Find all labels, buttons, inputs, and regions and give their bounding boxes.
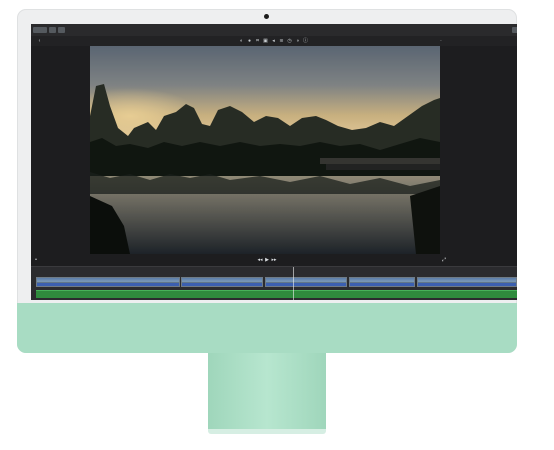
background-music-track[interactable] bbox=[36, 290, 517, 298]
fast-forward-icon[interactable]: ▸▸ bbox=[271, 257, 277, 263]
karst-sunset-frame bbox=[90, 46, 440, 254]
share-button[interactable] bbox=[512, 27, 517, 33]
timeline-clip[interactable] bbox=[349, 277, 415, 287]
projects-button[interactable] bbox=[49, 27, 56, 33]
timeline-clip[interactable] bbox=[265, 277, 347, 287]
color-balance-icon[interactable]: ◐ bbox=[239, 39, 244, 44]
imac-display-housing: ◐ ● ⌗ ▣ ◂ ≋ ◷ ◑ ⓘ ‹ · • ◂◂ ▶ ▸▸ ⤢ bbox=[17, 9, 517, 353]
color-correction-icon[interactable]: ● bbox=[247, 39, 252, 44]
clip-audio-strip bbox=[182, 283, 262, 286]
timeline-clip[interactable] bbox=[181, 277, 263, 287]
video-viewer[interactable] bbox=[90, 46, 440, 254]
camera-icon bbox=[264, 14, 269, 19]
playhead[interactable] bbox=[293, 267, 294, 300]
clip-audio-strip bbox=[266, 283, 346, 286]
stabilization-icon[interactable]: ▣ bbox=[263, 39, 268, 44]
noise-reduction-icon[interactable]: ≋ bbox=[279, 39, 284, 44]
imac-stand bbox=[208, 353, 326, 431]
filters-icon[interactable]: ◑ bbox=[295, 39, 300, 44]
timeline-clip[interactable] bbox=[36, 277, 180, 287]
info-icon[interactable]: ⓘ bbox=[303, 39, 308, 44]
clip-audio-strip bbox=[418, 283, 516, 286]
clip-audio-strip bbox=[350, 283, 414, 286]
timeline[interactable] bbox=[31, 266, 517, 300]
speed-icon[interactable]: ◷ bbox=[287, 39, 292, 44]
media-button[interactable] bbox=[33, 27, 47, 33]
crop-icon[interactable]: ⌗ bbox=[255, 39, 260, 44]
timeline-clip[interactable] bbox=[417, 277, 517, 287]
back-icon[interactable]: ‹ bbox=[37, 39, 42, 44]
clip-audio-strip bbox=[37, 283, 179, 286]
imovie-window: ◐ ● ⌗ ▣ ◂ ≋ ◷ ◑ ⓘ ‹ · • ◂◂ ▶ ▸▸ ⤢ bbox=[31, 24, 517, 300]
fullscreen-icon[interactable]: ⤢ bbox=[441, 257, 447, 263]
play-icon[interactable]: ▶ bbox=[264, 257, 270, 263]
microphone-icon[interactable]: • bbox=[33, 257, 39, 263]
rewind-icon[interactable]: ◂◂ bbox=[257, 257, 263, 263]
imac-stand-base bbox=[208, 429, 326, 434]
imac-chin bbox=[17, 303, 517, 353]
import-button[interactable] bbox=[58, 27, 65, 33]
playback-bar: • ◂◂ ▶ ▸▸ ⤢ bbox=[31, 254, 517, 266]
reset-all-button[interactable]: · bbox=[435, 39, 447, 44]
adjustment-toolbar: ◐ ● ⌗ ▣ ◂ ≋ ◷ ◑ ⓘ ‹ · bbox=[31, 36, 517, 46]
volume-icon[interactable]: ◂ bbox=[271, 39, 276, 44]
